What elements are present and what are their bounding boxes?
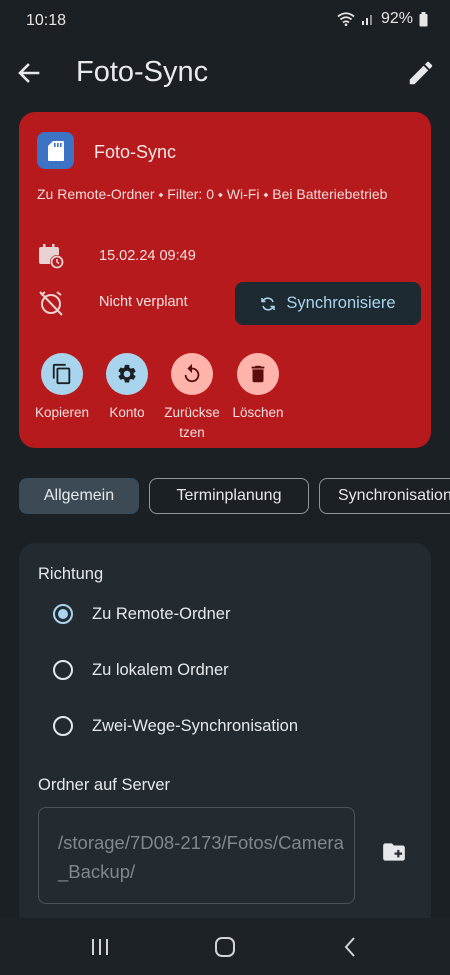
sd-card-icon [47,140,64,161]
tab-terminplanung[interactable]: Terminplanung [149,478,309,514]
home-button[interactable] [205,930,245,964]
copy-label: Kopieren [34,405,90,420]
page-title: Foto-Sync [76,56,209,88]
synchronize-button[interactable]: Synchronisiere [235,282,421,325]
home-icon [215,937,235,957]
battery-percent: 92% [380,10,413,27]
pencil-icon [409,61,433,85]
radio-selected-icon[interactable] [53,604,73,624]
copy-button[interactable]: Kopieren [32,353,92,423]
server-folder-field[interactable]: /storage/7D08-2173/Fotos/Camera_Backup/ [38,807,355,904]
reset-icon [171,353,213,395]
app-bar: Foto-Sync [0,44,450,104]
folder-add-icon [383,843,405,861]
copy-icon [41,353,83,395]
nav-back-button[interactable] [330,930,370,964]
reset-button[interactable]: Zurückse tzen [162,353,222,443]
option-two-way-label: Zwei-Wege-Synchronisation [92,716,299,735]
status-icons: 92% [337,10,428,28]
schedule-row: Nicht verplant [37,289,188,317]
wifi-icon [337,12,355,26]
direction-label: Richtung [38,565,104,583]
server-folder-label: Ordner auf Server [38,776,171,794]
schedule-status: Nicht verplant [99,294,188,310]
option-to-local[interactable]: Zu lokalem Ordner [53,660,229,680]
general-settings-panel: Richtung Zu Remote-Ordner Zu lokalem Ord… [19,543,431,963]
radio-unselected-icon[interactable] [53,660,73,680]
profile-description: Zu Remote-Ordner ⬩ Filter: 0 ⬩ Wi-Fi ⬩ B… [37,186,388,202]
tab-terminplanung-label: Terminplanung [176,487,282,504]
back-button[interactable] [14,58,44,88]
account-button[interactable]: Konto [97,353,157,423]
last-sync-time: 15.02.24 09:49 [99,248,196,264]
system-nav-bar [0,918,450,975]
status-bar: 10:18 92% [0,0,450,42]
option-to-remote[interactable]: Zu Remote-Ordner [53,604,230,624]
trash-icon [237,353,279,395]
delete-button[interactable]: Löschen [228,353,288,423]
option-to-remote-label: Zu Remote-Ordner [92,604,231,623]
gear-icon [106,353,148,395]
tab-allgemein-label: Allgemein [43,487,115,504]
tab-synchronisation[interactable]: Synchronisation [319,478,450,514]
signal-icon [361,15,372,25]
calendar-clock-icon [39,244,64,269]
tab-synchronisation-label: Synchronisation [338,487,450,504]
battery-icon [419,11,428,26]
option-to-local-label: Zu lokalem Ordner [92,660,229,679]
option-two-way[interactable]: Zwei-Wege-Synchronisation [53,716,298,736]
sd-card-app-icon [37,132,74,169]
server-folder-value: /storage/7D08-2173/Fotos/Camera_Backup/ [58,832,344,882]
alarm-off-icon [39,291,63,316]
sync-profile-card[interactable]: Foto-Sync Zu Remote-Ordner ⬩ Filter: 0 ⬩… [19,112,431,448]
synchronize-label: Synchronisiere [286,294,396,312]
edit-button[interactable] [406,58,436,88]
radio-unselected-icon[interactable] [53,716,73,736]
recent-apps-icon [92,939,108,955]
reset-label: Zurückse tzen [164,405,220,440]
arrow-left-icon [18,63,40,83]
profile-name: Foto-Sync [94,142,177,162]
choose-folder-button[interactable] [381,839,407,865]
recent-apps-button[interactable] [80,930,120,964]
status-time: 10:18 [26,12,67,29]
account-label: Konto [109,405,145,420]
tab-allgemein[interactable]: Allgemein [19,478,139,514]
last-sync-row: 15.02.24 09:49 [37,242,196,270]
sync-icon [261,296,276,311]
chevron-left-icon [344,937,355,957]
delete-label: Löschen [232,405,284,420]
